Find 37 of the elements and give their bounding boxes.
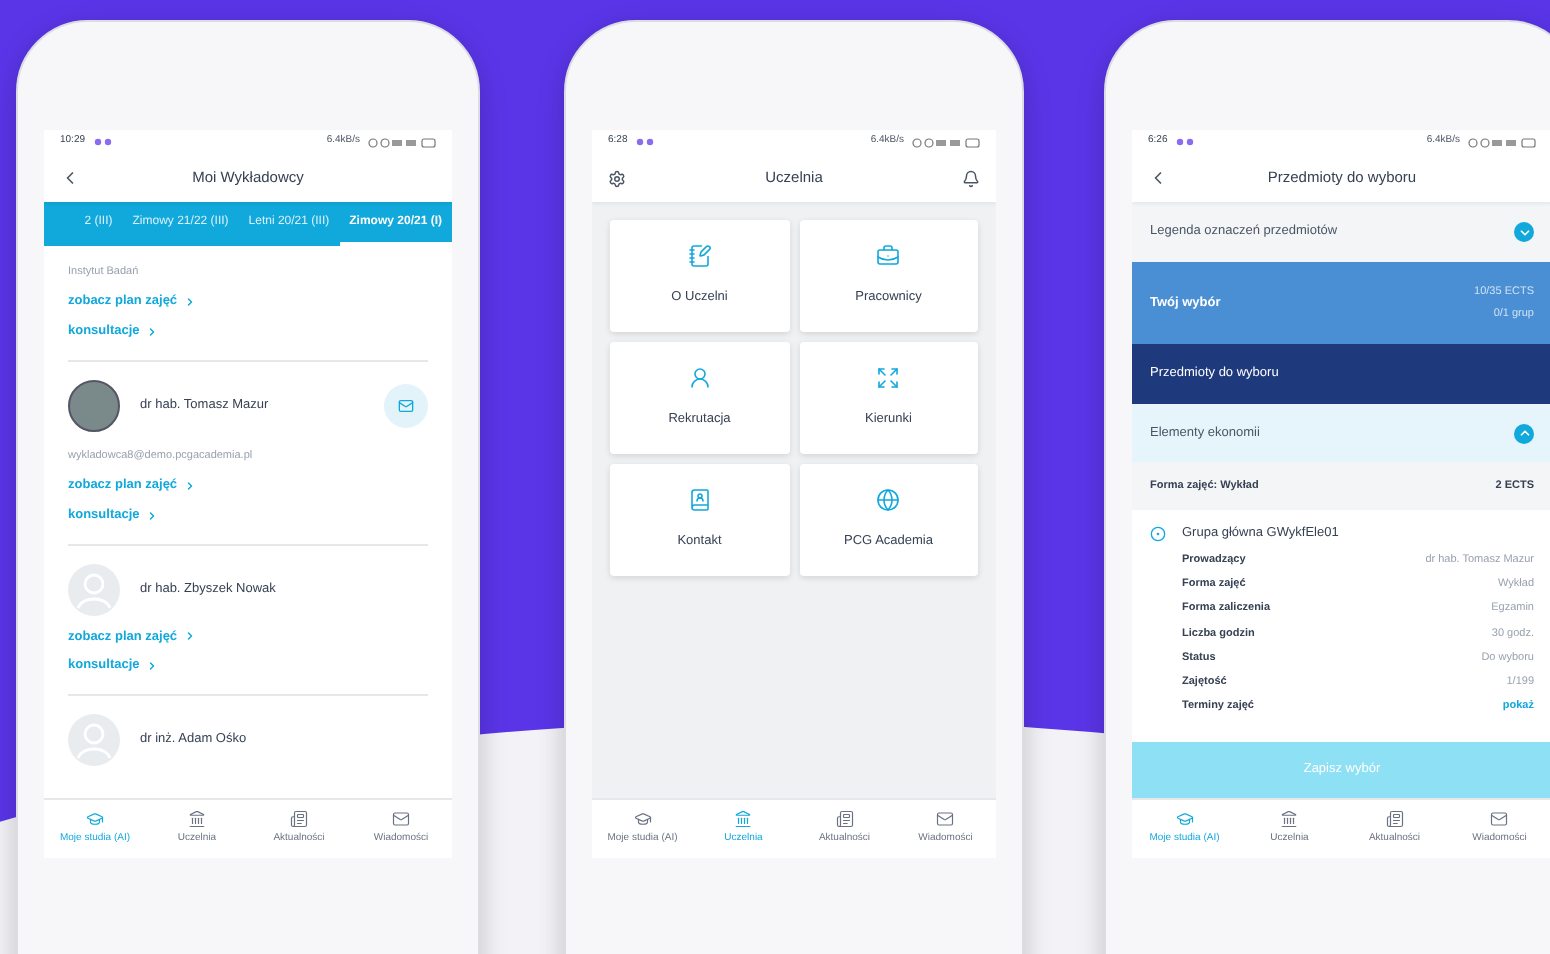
person-icon	[687, 366, 712, 391]
chevron-down-icon	[1517, 225, 1531, 239]
contact-book-icon	[687, 488, 712, 513]
photo-placeholder	[68, 379, 120, 432]
chevron-right-icon	[145, 509, 158, 522]
expand-toggle[interactable]	[1514, 222, 1534, 242]
group-icon	[1150, 525, 1166, 542]
building-icon	[1280, 810, 1299, 829]
expand-icon	[876, 366, 901, 391]
newspaper-icon	[835, 810, 854, 829]
expand-toggle[interactable]	[1514, 423, 1534, 443]
chevron-right-icon	[183, 630, 196, 643]
settings-icon[interactable]	[608, 169, 626, 187]
chevron-right-icon	[183, 479, 196, 492]
graduation-cap-icon	[86, 810, 104, 829]
status-icons	[912, 137, 980, 147]
mail-icon	[398, 397, 414, 414]
building-icon	[188, 810, 206, 829]
note-pen-icon	[687, 244, 712, 269]
graduation-cap-icon	[633, 810, 652, 829]
mail-icon	[1490, 810, 1509, 829]
chevron-right-icon	[145, 660, 158, 673]
building-icon	[734, 810, 753, 829]
newspaper-icon	[1385, 810, 1404, 829]
status-icons	[368, 137, 436, 147]
mail-icon	[392, 810, 410, 829]
globe-icon	[876, 488, 901, 513]
bell-icon[interactable]	[962, 169, 980, 187]
chevron-right-icon	[183, 296, 196, 309]
chevron-right-icon	[145, 325, 158, 338]
briefcase-icon	[876, 244, 901, 269]
status-icons	[1468, 137, 1536, 147]
graduation-cap-icon	[1175, 810, 1194, 829]
mail-button[interactable]	[384, 383, 428, 428]
mail-icon	[936, 810, 955, 829]
chevron-up-icon	[1517, 426, 1531, 440]
newspaper-icon	[290, 810, 308, 829]
